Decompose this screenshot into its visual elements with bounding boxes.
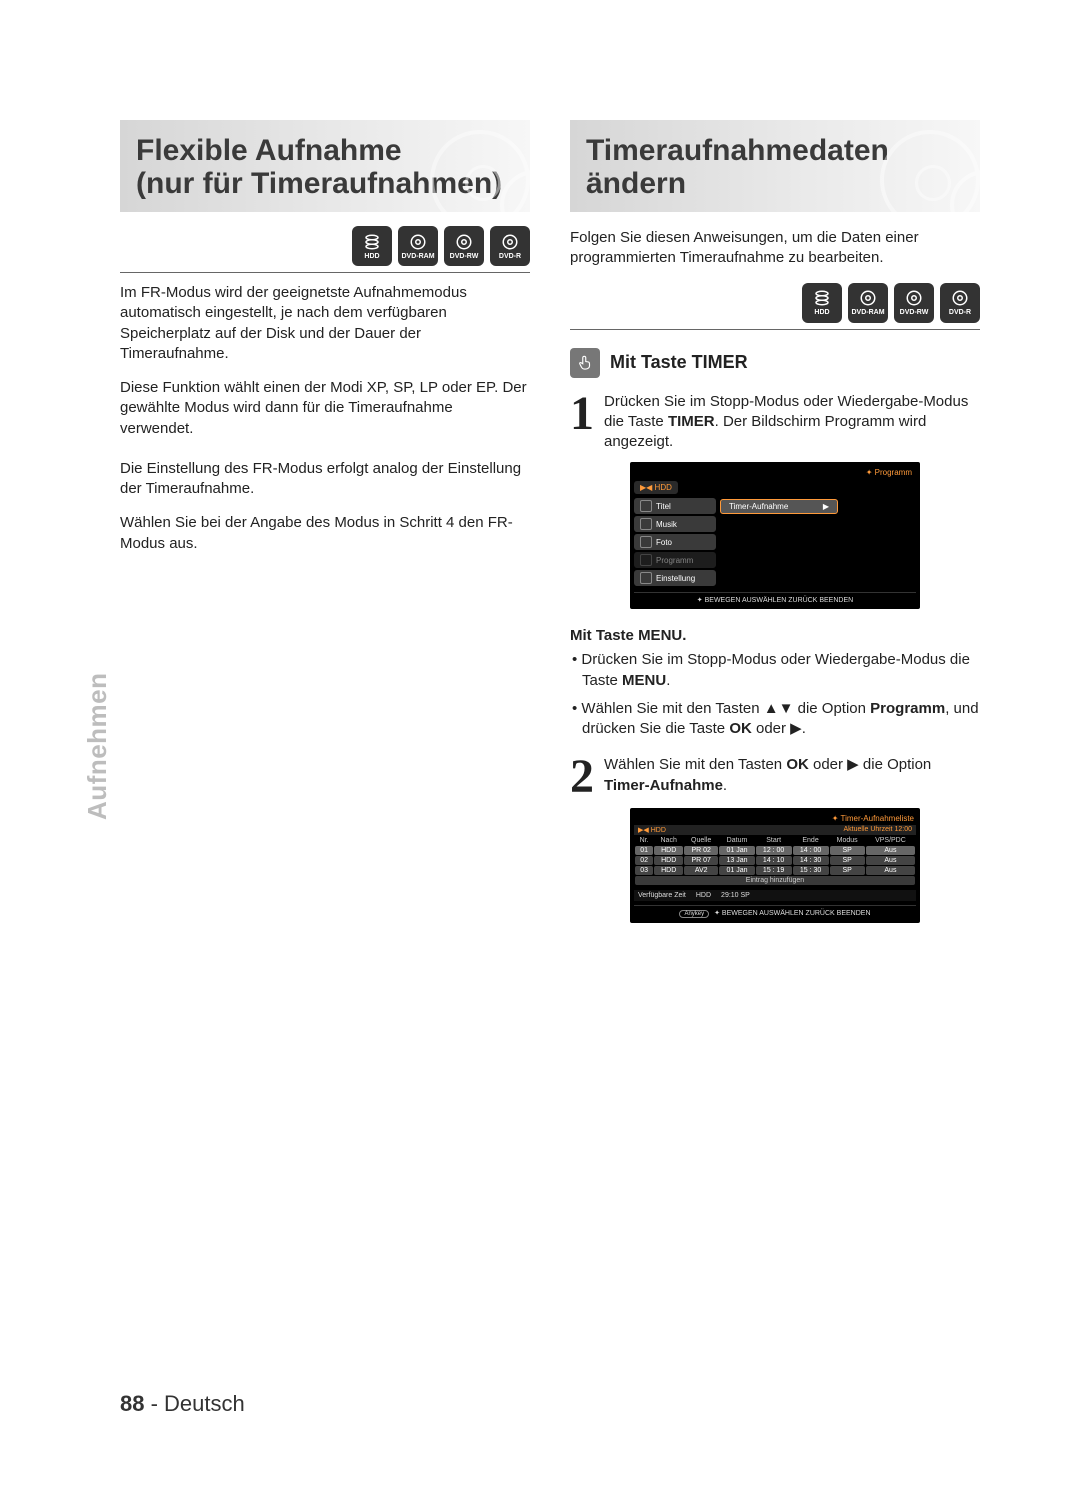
dvd-ram-icon: DVD-RAM [848,283,888,323]
scr2-navbar: Anykey ✦ BEWEGEN AUSWÄHLEN ZURÜCK BEENDE… [634,905,916,919]
page-number: 88 [120,1391,144,1416]
right-heading-line1: Timeraufnahmedaten [586,134,889,167]
page-footer: 88 - Deutsch [120,1391,245,1417]
scr1-menu: Titel Timer-Aufnahme ▶ Musik Foto Progra… [634,496,916,588]
right-section-header: Timeraufnahmedaten ändern [570,120,980,212]
subhead-timer: Mit Taste TIMER [570,348,980,378]
right-media-icons: HDD DVD-RAM DVD-RW DVD-R [570,283,980,323]
right-heading: Timeraufnahmedaten ändern [586,134,964,200]
left-column: Flexible Aufnahme (nur für Timeraufnahme… [120,120,530,941]
table-row: 01HDDPR 0201 Jan12 : 0014 : 00SPAus [635,846,915,855]
right-column: Timeraufnahmedaten ändern Folgen Sie die… [570,120,980,941]
menu-bullets: Drücken Sie im Stopp-Modus oder Wiederga… [570,650,980,739]
left-heading-line2: (nur für Timeraufnahmen) [136,167,502,200]
scr2-table-head: Nr. Nach Quelle Datum Start Ende Modus V… [635,836,915,845]
scr1-navbar: ✦ BEWEGEN AUSWÄHLEN ZURÜCK BEENDEN [634,592,916,605]
anykey-icon: Anykey [679,910,709,918]
content-columns: Flexible Aufnahme (nur für Timeraufnahme… [120,120,980,941]
scr1-item-titel: Titel [634,498,716,514]
left-heading: Flexible Aufnahme (nur für Timeraufnahme… [136,134,514,200]
dvd-r-icon: DVD-R [490,226,530,266]
step-1: 1 Drücken Sie im Stopp-Modus oder Wieder… [570,392,980,453]
scr2-available-time: Verfügbare Zeit HDD 29:10 SP [634,890,916,901]
left-para4: Wählen Sie bei der Angabe des Modus in S… [120,513,530,554]
section-tab: Aufnehmen [82,673,113,821]
step-2-number: 2 [570,755,594,798]
bullet-2: Wählen Sie mit den Tasten ▲▼ die Option … [572,699,980,740]
step-2: 2 Wählen Sie mit den Tasten OK oder ▶ di… [570,755,980,798]
left-media-icons: HDD DVD-RAM DVD-RW DVD-R [120,226,530,266]
scr1-item-musik: Musik [634,516,716,532]
step-1-text: Drücken Sie im Stopp-Modus oder Wiederga… [604,392,980,453]
scr1-selected: Timer-Aufnahme ▶ [720,499,838,514]
dvd-ram-icon: DVD-RAM [398,226,438,266]
screenshot-programm-menu: ✦ Programm ▶◀ HDD Titel Timer-Aufnahme ▶… [630,462,920,609]
left-para2: Diese Funktion wählt einen der Modi XP, … [120,378,530,439]
left-para1: Im FR-Modus wird der geeignetste Aufnahm… [120,283,530,364]
table-row: 03HDDAV201 Jan15 : 1915 : 30SPAus [635,866,915,875]
dvd-r-icon: DVD-R [940,283,980,323]
scr2-timebar: ▶◀ HDD Aktuelle Uhrzeit 12:00 [634,825,916,835]
left-section-header: Flexible Aufnahme (nur für Timeraufnahme… [120,120,530,212]
step-2-text: Wählen Sie mit den Tasten OK oder ▶ die … [604,755,980,798]
table-row: 02HDDPR 0713 Jan14 : 1014 : 30SPAus [635,856,915,865]
subhead-timer-label: Mit Taste TIMER [610,352,748,373]
scr1-item-foto: Foto [634,534,716,550]
dvd-rw-icon: DVD-RW [444,226,484,266]
scr1-item-einstellung: Einstellung [634,570,716,586]
page-language: Deutsch [164,1391,245,1416]
scr1-path: ▶◀ HDD [634,481,678,494]
bullet-1: Drücken Sie im Stopp-Modus oder Wiederga… [572,650,980,691]
page: Aufnehmen Flexible Aufnahme (nur für Tim… [0,0,1080,1487]
hdd-icon: HDD [352,226,392,266]
screenshot-timer-list: ✦ Timer-Aufnahmeliste ▶◀ HDD Aktuelle Uh… [630,808,920,923]
right-divider [570,329,980,330]
scr2-header: ✦ Timer-Aufnahmeliste [634,812,916,825]
left-heading-line1: Flexible Aufnahme [136,134,402,167]
left-divider [120,272,530,273]
scr2-table: Nr. Nach Quelle Datum Start Ende Modus V… [634,835,916,886]
step-1-number: 1 [570,392,594,453]
subhead-menu: Mit Taste MENU. [570,627,980,644]
scr1-title: ✦ Programm [634,466,916,479]
scr2-add-row: Eintrag hinzufügen [635,876,915,885]
dvd-rw-icon: DVD-RW [894,283,934,323]
scr1-item-programm: Programm [634,552,716,568]
hdd-icon: HDD [802,283,842,323]
right-intro: Folgen Sie diesen Anweisungen, um die Da… [570,228,980,269]
right-heading-line2: ändern [586,167,686,200]
hand-icon [570,348,600,378]
left-para3: Die Einstellung des FR-Modus erfolgt ana… [120,459,530,500]
